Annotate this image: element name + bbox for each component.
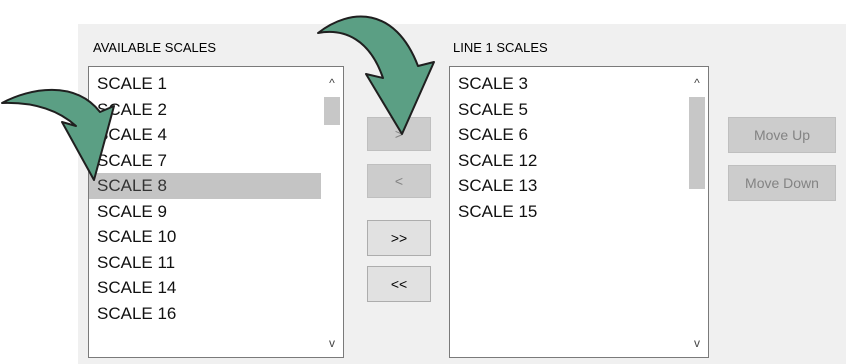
curved-arrow-icon bbox=[1, 88, 115, 181]
curved-arrow-icon bbox=[317, 15, 435, 135]
annotation-arrows bbox=[1, 15, 435, 181]
